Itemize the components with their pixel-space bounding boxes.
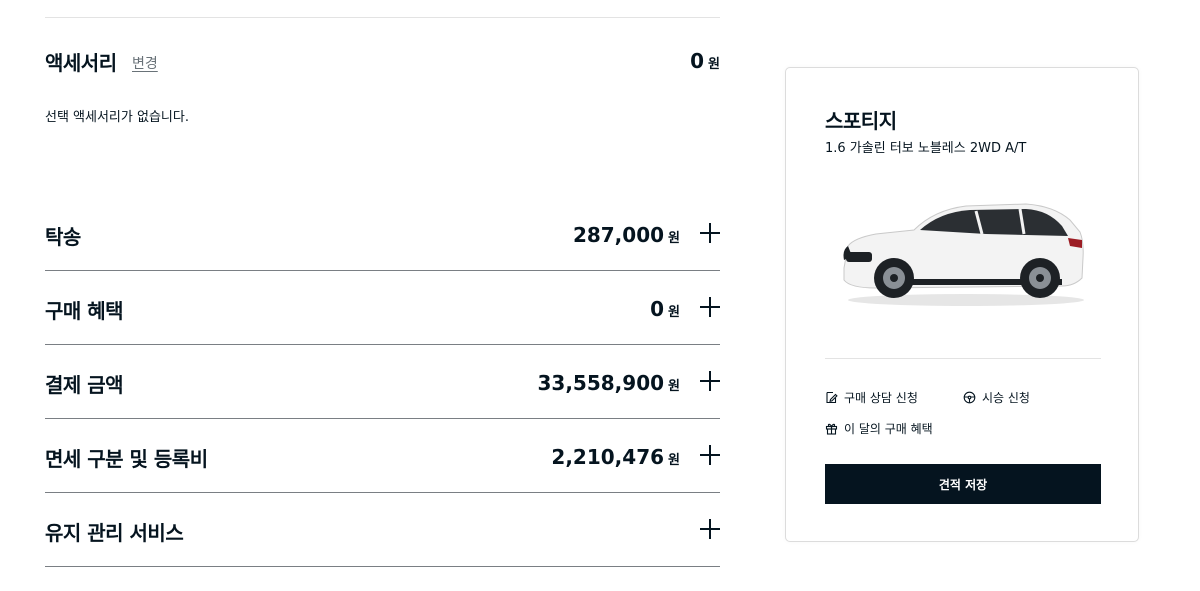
accessory-amount: 0 원 (690, 49, 720, 73)
row-amount-currency: 원 (668, 453, 680, 468)
row-tax-registration[interactable]: 면세 구분 및 등록비 2,210,476 원 (45, 419, 720, 493)
consult-request-link[interactable]: 구매 상담 신청 (825, 389, 918, 406)
row-purchase-benefit[interactable]: 구매 혜택 0 원 (45, 271, 720, 345)
test-drive-label: 시승 신청 (982, 391, 1030, 405)
row-title: 결제 금액 (45, 373, 124, 397)
row-title: 탁송 (45, 225, 81, 249)
row-amount: 0 원 (650, 297, 680, 321)
plus-icon[interactable] (700, 519, 720, 539)
accessory-change-link[interactable]: 변경 (132, 53, 158, 73)
row-amount: 2,210,476 원 (551, 445, 680, 469)
row-delivery[interactable]: 탁송 287,000 원 (45, 197, 720, 271)
car-image (843, 203, 1084, 306)
test-drive-link[interactable]: 시승 신청 (963, 389, 1030, 406)
accessory-amount-value: 0 (690, 49, 705, 73)
pen-icon (826, 391, 838, 404)
row-title: 구매 혜택 (45, 299, 124, 323)
accessory-title: 액세서리 (45, 51, 117, 75)
row-amount-value: 33,558,900 (537, 371, 665, 395)
save-estimate-button[interactable]: 견적 저장 (825, 464, 1101, 504)
row-amount: 287,000 원 (573, 223, 680, 247)
accessory-empty-message: 선택 액세서리가 없습니다. (45, 110, 189, 125)
row-title: 면세 구분 및 등록비 (45, 447, 208, 471)
accessory-section-header: 액세서리 변경 0 원 (45, 46, 720, 76)
plus-icon[interactable] (700, 445, 720, 465)
row-amount-currency: 원 (668, 305, 680, 320)
accessory-amount-currency: 원 (708, 57, 720, 72)
row-amount-value: 0 (650, 297, 665, 321)
row-maintenance-service[interactable]: 유지 관리 서비스 (45, 493, 720, 567)
estimate-summary-card: 스포티지 1.6 가솔린 터보 노블레스 2WD A/T 구매 상담 신청 시승… (785, 67, 1139, 542)
car-trim: 1.6 가솔린 터보 노블레스 2WD A/T (825, 141, 1027, 156)
row-title: 유지 관리 서비스 (45, 521, 184, 545)
row-payment-amount[interactable]: 결제 금액 33,558,900 원 (45, 345, 720, 419)
monthly-benefit-link[interactable]: 이 달의 구매 혜택 (825, 420, 933, 437)
row-amount-currency: 원 (668, 231, 680, 246)
plus-icon[interactable] (700, 223, 720, 243)
plus-icon[interactable] (700, 371, 720, 391)
row-amount-value: 2,210,476 (551, 445, 665, 469)
row-amount-currency: 원 (668, 379, 680, 394)
consult-request-label: 구매 상담 신청 (844, 391, 918, 405)
plus-icon[interactable] (700, 297, 720, 317)
monthly-benefit-label: 이 달의 구매 혜택 (844, 422, 933, 436)
gift-icon (825, 423, 838, 435)
row-amount-value: 287,000 (572, 223, 665, 247)
divider (825, 358, 1101, 359)
steering-wheel-icon (963, 391, 976, 404)
row-amount: 33,558,900 원 (538, 371, 681, 395)
car-model-name: 스포티지 (825, 109, 897, 133)
divider (45, 17, 720, 18)
